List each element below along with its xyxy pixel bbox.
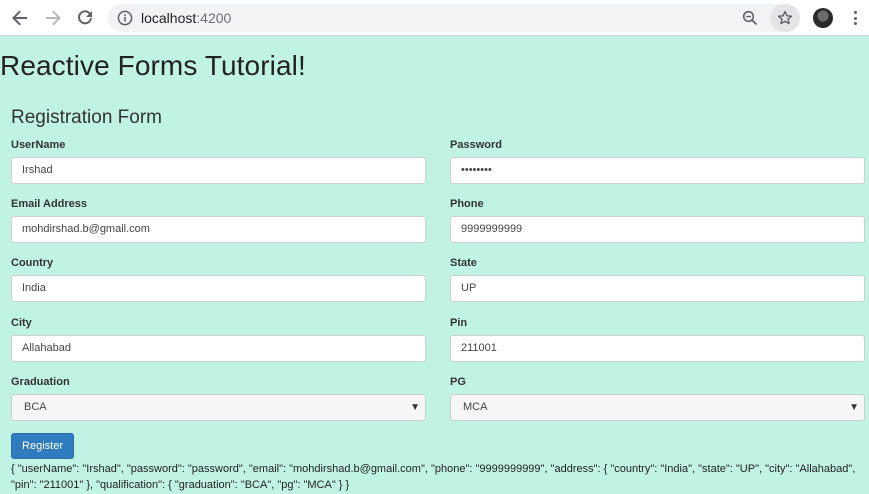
bookmark-star-button[interactable] xyxy=(770,4,800,32)
city-group: City Allahabad xyxy=(11,316,426,362)
country-group: Country India xyxy=(11,256,426,302)
pg-select[interactable]: MCA ▼ xyxy=(450,394,865,421)
username-label: UserName xyxy=(11,139,66,151)
pg-selected-value: MCA xyxy=(463,401,488,413)
password-label: Password xyxy=(450,139,502,151)
pin-label: Pin xyxy=(450,317,468,329)
state-group: State UP xyxy=(450,256,865,302)
email-input[interactable]: mohdirshad.b@gmail.com xyxy=(11,216,426,243)
more-vert-icon[interactable] xyxy=(848,8,862,28)
profile-avatar[interactable] xyxy=(813,8,833,28)
state-input[interactable]: UP xyxy=(450,275,865,302)
page-title: Reactive Forms Tutorial! xyxy=(0,50,306,81)
chevron-down-icon: ▼ xyxy=(410,402,420,413)
browser-toolbar: localhost:4200 xyxy=(0,0,869,36)
back-arrow-icon[interactable] xyxy=(8,6,32,30)
email-label: Email Address xyxy=(11,198,88,210)
url-port: :4200 xyxy=(196,10,232,26)
country-input[interactable]: India xyxy=(11,275,426,302)
country-label: Country xyxy=(11,257,54,269)
city-label: City xyxy=(11,317,32,329)
password-group: Password •••••••• xyxy=(450,138,865,184)
username-input[interactable]: Irshad xyxy=(11,157,426,184)
address-bar[interactable]: localhost:4200 xyxy=(108,4,800,32)
pin-group: Pin 211001 xyxy=(450,316,865,362)
register-button[interactable]: Register xyxy=(11,433,74,459)
zoom-out-icon[interactable] xyxy=(742,10,758,26)
username-group: UserName Irshad xyxy=(11,138,426,184)
state-label: State xyxy=(450,257,477,269)
pg-label: PG xyxy=(450,376,466,388)
pg-group: PG MCA ▼ xyxy=(450,375,865,421)
graduation-group: Graduation BCA ▼ xyxy=(11,375,426,421)
url-host: localhost xyxy=(141,10,197,26)
star-icon xyxy=(777,10,793,25)
graduation-select[interactable]: BCA ▼ xyxy=(11,394,426,421)
form-value-json: { "userName": "Irshad", "password": "pas… xyxy=(11,463,856,491)
phone-label: Phone xyxy=(450,198,484,210)
phone-input[interactable]: 9999999999 xyxy=(450,216,865,243)
password-input[interactable]: •••••••• xyxy=(450,157,865,184)
chevron-down-icon: ▼ xyxy=(849,402,859,413)
graduation-selected-value: BCA xyxy=(24,401,47,413)
pin-input[interactable]: 211001 xyxy=(450,335,865,362)
reload-icon[interactable] xyxy=(73,6,97,30)
email-group: Email Address mohdirshad.b@gmail.com xyxy=(11,197,426,243)
city-input[interactable]: Allahabad xyxy=(11,335,426,362)
form-title: Registration Form xyxy=(11,107,162,128)
graduation-label: Graduation xyxy=(11,376,70,388)
url-text[interactable]: localhost:4200 xyxy=(141,10,231,26)
info-icon[interactable] xyxy=(117,10,133,26)
forward-arrow-icon[interactable] xyxy=(41,6,65,30)
phone-group: Phone 9999999999 xyxy=(450,197,865,243)
